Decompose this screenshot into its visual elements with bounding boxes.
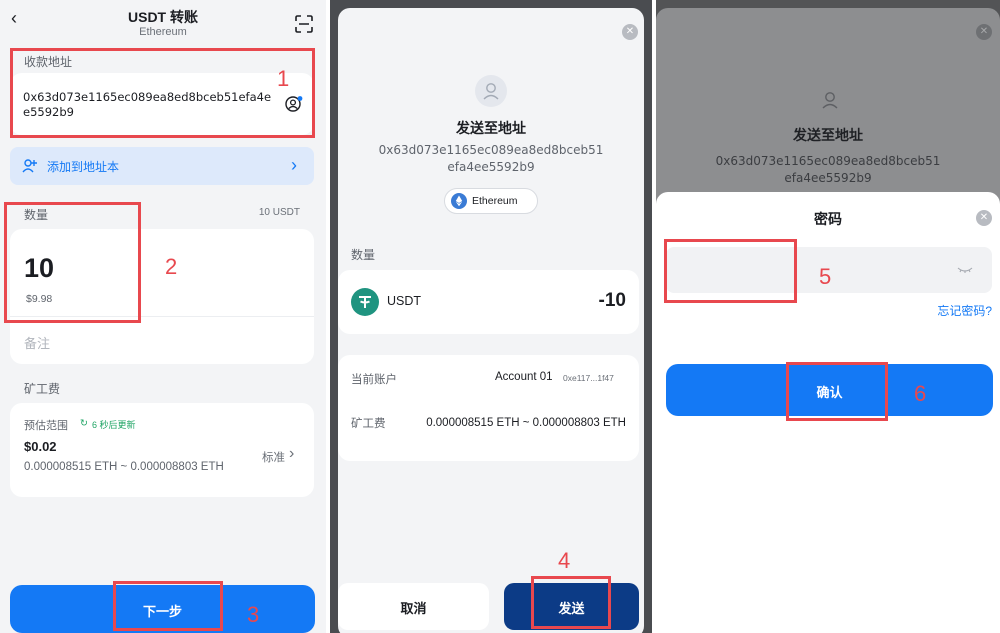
confirm-sheet: ✕ 发送至地址 0x63d073e1165ec089ea8ed8bceb51 e… (338, 8, 644, 633)
fee-value: 0.000008515 ETH ~ 0.000008803 ETH (426, 417, 626, 429)
token-name: USDT (387, 294, 422, 308)
network-chip: Ethereum (444, 188, 538, 214)
next-button-label: 下一步 (142, 604, 182, 619)
step-4-number: 4 (558, 548, 571, 573)
confirm-label: 确认 (816, 385, 843, 400)
address-line-2: efa4ee5592b9 (447, 160, 535, 174)
account-name: Account 01 (495, 371, 553, 383)
step-5-number: 5 (819, 264, 832, 289)
page-title: USDT 转账 (128, 9, 198, 25)
address-line-1: 0x63d073e1165ec089ea8ed8bceb51 (378, 143, 604, 157)
cancel-label: 取消 (400, 601, 427, 616)
recipient-address: 0x63d073e1165ec089ea8ed8bceb51 efa4ee559… (338, 142, 644, 176)
details-card: 当前账户 Account 01 0xe117...1f47 矿工费 0.0000… (338, 355, 639, 461)
fee-refresh-text: 6 秒后更新 (92, 420, 136, 430)
password-title: 密码 (814, 211, 842, 227)
send-label: 发送 (558, 601, 585, 616)
step-2-number: 2 (165, 254, 178, 279)
amount-input[interactable]: 10 (24, 253, 54, 284)
account-address: 0xe117...1f47 (563, 373, 614, 383)
step-6-number: 6 (914, 381, 927, 406)
recipient-address: 0x63d073e1165ec089ea8ed8bceb51 efa4ee559… (656, 153, 1000, 187)
address-line-2: efa4ee5592b9 (784, 171, 872, 185)
send-button[interactable]: 发送 (504, 583, 639, 630)
amount-label: 数量 (351, 248, 376, 262)
usdt-icon (351, 288, 379, 316)
chevron-right-icon: › (291, 155, 297, 175)
close-icon[interactable]: ✕ (622, 24, 638, 40)
send-to-heading: 发送至地址 (456, 120, 526, 136)
ethereum-icon (451, 193, 467, 209)
fee-label: 矿工费 (351, 418, 386, 430)
password-screen: ✕ 发送至地址 0x63d073e1165ec089ea8ed8bceb51 e… (656, 0, 1000, 633)
next-button[interactable]: 下一步 (10, 585, 315, 633)
avatar-icon (814, 84, 846, 116)
send-amount: -10 (598, 290, 626, 311)
fee-speed: 标准 (262, 452, 285, 464)
close-icon: ✕ (976, 24, 992, 40)
step-3-number: 3 (247, 602, 260, 627)
fee-eth: 0.000008515 ETH ~ 0.000008803 ETH (24, 461, 224, 473)
add-to-address-book-button[interactable]: 添加到地址本 › (10, 147, 314, 185)
cancel-button[interactable]: 取消 (338, 583, 489, 630)
fee-range-label: 预估范围 (24, 420, 68, 432)
address-value: 0x63d073e1165ec089ea8ed8bceb51efa4ee5592… (23, 90, 272, 119)
fee-usd: $0.02 (24, 439, 57, 454)
forgot-password-link[interactable]: 忘记密码? (926, 302, 992, 319)
account-label: 当前账户 (351, 374, 397, 386)
memo-input[interactable]: 备注 (24, 333, 50, 352)
address-line-1: 0x63d073e1165ec089ea8ed8bceb51 (715, 154, 941, 168)
confirm-button[interactable]: 确认 (666, 364, 993, 416)
send-to-heading: 发送至地址 (793, 127, 863, 143)
divider (10, 316, 314, 317)
network-subtitle: Ethereum (139, 26, 187, 38)
fee-label: 矿工费 (24, 382, 61, 396)
contact-icon[interactable] (285, 95, 303, 118)
step-1-number: 1 (277, 66, 290, 91)
fee-card[interactable]: 预估范围 ↻ 6 秒后更新 $0.02 0.000008515 ETH ~ 0.… (10, 403, 314, 497)
network-name: Ethereum (472, 195, 518, 207)
amount-card: USDT -10 (338, 270, 639, 334)
add-to-book-label: 添加到地址本 (47, 160, 120, 174)
amount-card: 10 $9.98 备注 (10, 229, 314, 364)
transfer-screen: ‹ USDT 转账 Ethereum 收款地址 0x63d073e1165ec0… (0, 0, 326, 633)
close-icon[interactable]: ✕ (976, 210, 992, 226)
amount-label: 数量 (24, 208, 49, 222)
address-label: 收款地址 (24, 55, 73, 69)
password-sheet: 密码 ✕ 忘记密码? 确认 (656, 192, 1000, 633)
refresh-icon: ↻ (80, 418, 88, 429)
scan-icon[interactable] (295, 15, 313, 38)
eye-closed-icon[interactable] (957, 263, 973, 281)
send-confirm-screen: ✕ 发送至地址 0x63d073e1165ec089ea8ed8bceb51 e… (330, 0, 652, 633)
amount-unit: 10 USDT (258, 207, 300, 218)
avatar-icon (475, 75, 507, 107)
chevron-right-icon: › (289, 445, 295, 462)
address-field[interactable]: 0x63d073e1165ec089ea8ed8bceb51efa4ee5592… (10, 73, 314, 135)
add-person-icon (22, 158, 38, 179)
amount-fiat: $9.98 (26, 293, 53, 305)
